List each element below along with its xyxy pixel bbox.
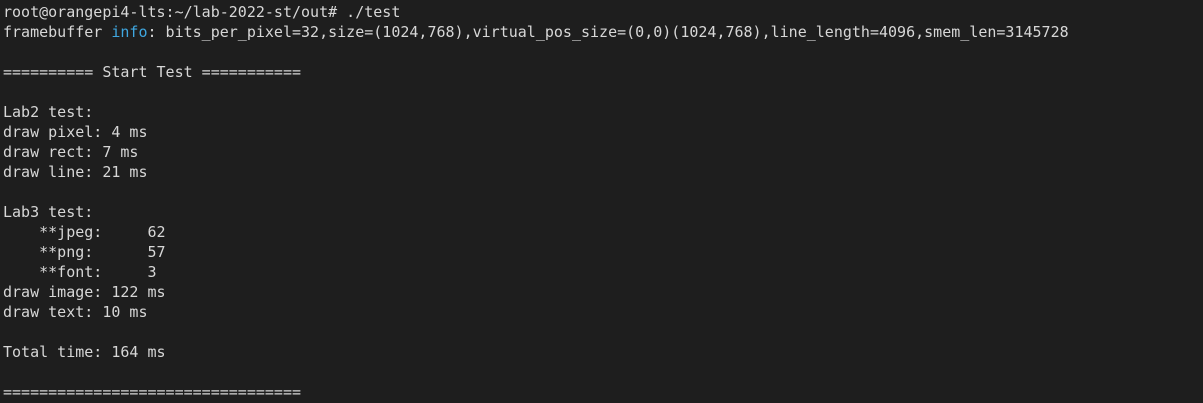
- framebuffer-details: : bits_per_pixel=32,size=(1024,768),virt…: [147, 23, 1069, 41]
- command-line: root@orangepi4-lts:~/lab-2022-st/out# ./…: [3, 2, 1203, 22]
- png-result: **png: 57: [3, 243, 166, 261]
- shell-prompt: root@orangepi4-lts:~/lab-2022-st/out#: [3, 3, 347, 21]
- font-result: **font: 3: [3, 263, 157, 281]
- framebuffer-prefix: framebuffer: [3, 23, 112, 41]
- total-time-result: Total time: 164 ms: [3, 343, 166, 361]
- info-keyword: info: [111, 23, 148, 41]
- draw-text-result: draw text: 10 ms: [3, 303, 148, 321]
- start-test-banner: ========== Start Test ===========: [3, 63, 302, 81]
- command-text: ./test: [346, 3, 401, 21]
- jpeg-result: **jpeg: 62: [3, 223, 166, 241]
- lab2-title: Lab2 test:: [3, 103, 94, 121]
- end-test-banner: =================================: [3, 383, 302, 401]
- terminal-window[interactable]: root@orangepi4-lts:~/lab-2022-st/out# ./…: [0, 0, 1203, 403]
- draw-rect-result: draw rect: 7 ms: [3, 143, 139, 161]
- lab3-title: Lab3 test:: [3, 203, 94, 221]
- draw-image-result: draw image: 122 ms: [3, 283, 166, 301]
- framebuffer-info-line: framebuffer info: bits_per_pixel=32,size…: [3, 22, 1203, 42]
- draw-line-result: draw line: 21 ms: [3, 163, 148, 181]
- draw-pixel-result: draw pixel: 4 ms: [3, 123, 148, 141]
